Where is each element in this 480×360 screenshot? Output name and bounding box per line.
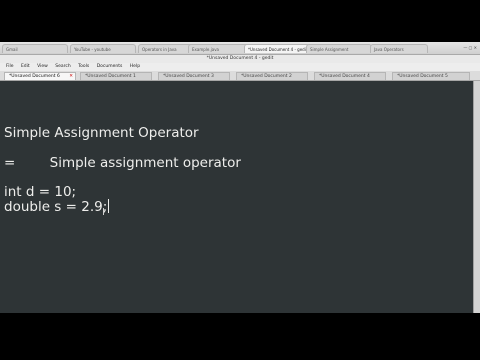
menu-help[interactable]: Help <box>130 64 140 69</box>
text-editor-area[interactable]: Simple Assignment Operator = Simple assi… <box>0 81 473 313</box>
editor-line-4-text: double s = 2.9; <box>4 199 108 215</box>
editor-line-3: int d = 10; <box>4 184 77 200</box>
doc-tab[interactable]: *Unsaved Document 1 <box>80 72 152 80</box>
doc-tab-label: *Unsaved Document 6 <box>9 74 60 79</box>
doc-tab-label: *Unsaved Document 3 <box>163 74 214 79</box>
editor-line-2: = Simple assignment operator <box>4 155 241 171</box>
close-icon[interactable]: ✕ <box>69 73 73 80</box>
menu-search[interactable]: Search <box>55 64 70 69</box>
vertical-scrollbar[interactable] <box>473 81 480 313</box>
screen: Gmail YouTube - youtube Operators in Jav… <box>0 0 480 360</box>
doc-tab[interactable]: *Unsaved Document 5 <box>392 72 470 80</box>
menu-edit[interactable]: Edit <box>21 64 30 69</box>
doc-tab-label: *Unsaved Document 1 <box>85 74 136 79</box>
document-tabs: *Unsaved Document 6 ✕ *Unsaved Document 1… <box>0 71 480 81</box>
menu-bar: File Edit View Search Tools Documents He… <box>0 63 480 71</box>
letterbox-top <box>0 0 480 42</box>
doc-tab-label: *Unsaved Document 2 <box>241 74 292 79</box>
browser-tab[interactable]: Simple Assignment <box>306 44 372 53</box>
menu-view[interactable]: View <box>37 64 48 69</box>
browser-tab[interactable]: Java Operators <box>370 44 428 53</box>
letterbox-bottom <box>0 315 480 360</box>
menu-tools[interactable]: Tools <box>78 64 89 69</box>
browser-tab[interactable]: Gmail <box>2 44 68 53</box>
editor-line-1: Simple Assignment Operator <box>4 125 199 141</box>
menu-documents[interactable]: Documents <box>97 64 123 69</box>
text-cursor <box>108 199 110 213</box>
browser-tab-strip: Gmail YouTube - youtube Operators in Jav… <box>0 42 480 55</box>
doc-tab-label: *Unsaved Document 5 <box>397 74 448 79</box>
window-controls[interactable]: — ▢ ✕ <box>437 44 477 52</box>
browser-tab-active[interactable]: *Unsaved Document 4 - gedit <box>244 44 310 53</box>
doc-tab[interactable]: *Unsaved Document 3 <box>158 72 230 80</box>
menu-file[interactable]: File <box>6 64 14 69</box>
mouse-ibeam-cursor <box>103 208 104 215</box>
window-title: *Unsaved Document 4 - gedit <box>0 55 480 63</box>
doc-tab[interactable]: *Unsaved Document 4 <box>314 72 386 80</box>
doc-tab[interactable]: *Unsaved Document 2 <box>236 72 308 80</box>
doc-tab-label: *Unsaved Document 4 <box>319 74 370 79</box>
editor-line-4: double s = 2.9; <box>4 199 110 215</box>
doc-tab-active[interactable]: *Unsaved Document 6 ✕ <box>4 72 76 80</box>
browser-tab[interactable]: YouTube - youtube <box>70 44 136 53</box>
